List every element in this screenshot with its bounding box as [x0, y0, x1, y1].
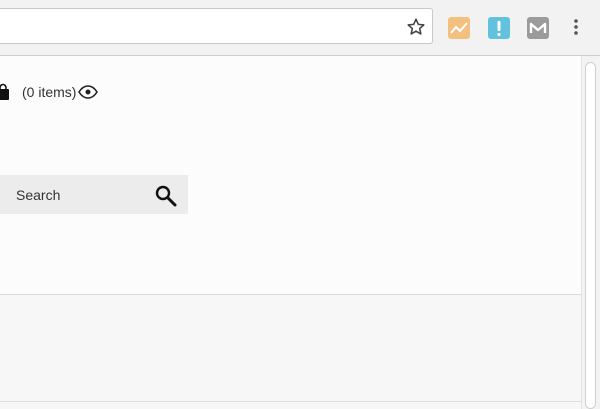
alert-extension-button[interactable] — [488, 17, 510, 39]
page-scrollbar[interactable] — [581, 56, 600, 409]
trend-chart-icon — [450, 22, 468, 34]
lower-section — [0, 295, 581, 409]
address-bar[interactable] — [0, 8, 433, 44]
search-input[interactable] — [6, 175, 146, 214]
search-icon[interactable] — [154, 184, 178, 208]
shopping-bag-icon — [0, 83, 9, 100]
analytics-extension-button[interactable] — [448, 17, 470, 39]
cart-count-text: (0 items) — [22, 84, 77, 100]
scrollbar-thumb[interactable] — [585, 62, 596, 409]
footer-divider — [0, 401, 581, 402]
star-icon[interactable] — [405, 16, 427, 38]
eye-icon[interactable] — [78, 85, 99, 99]
m-mail-icon — [529, 22, 547, 33]
mail-extension-button[interactable] — [527, 17, 549, 39]
cart-summary[interactable]: (0 items) — [0, 80, 99, 104]
vertical-dots-icon[interactable] — [568, 16, 584, 38]
search-box — [0, 175, 188, 214]
browser-window: (0 items) — [0, 0, 600, 409]
page-content: (0 items) — [0, 56, 581, 409]
browser-toolbar — [0, 0, 600, 56]
exclamation-icon — [497, 21, 501, 36]
